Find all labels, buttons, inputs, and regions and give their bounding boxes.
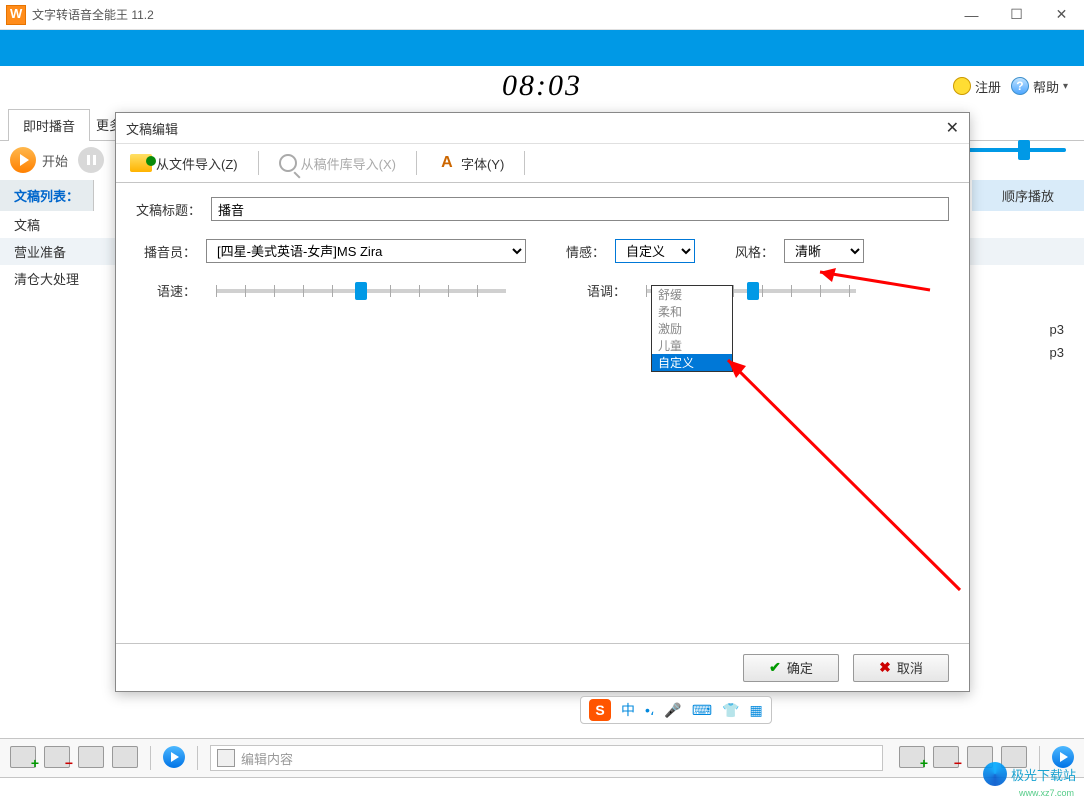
ime-mic-icon[interactable]: 🎤 xyxy=(664,702,681,719)
window-controls: — ☐ ✕ xyxy=(949,0,1084,30)
style-label: 风格： xyxy=(735,242,774,261)
ime-chinese-toggle[interactable]: 中 xyxy=(621,700,635,720)
help-button[interactable]: ? 帮助 ▾ xyxy=(1011,77,1068,96)
ime-skin-icon[interactable]: 👕 xyxy=(722,702,739,719)
ime-logo-icon[interactable]: S xyxy=(589,699,611,721)
dropdown-option[interactable]: 柔和 xyxy=(652,303,732,320)
save-item-icon[interactable] xyxy=(112,746,138,768)
clock-row: 08:03 注册 ? 帮助 ▾ xyxy=(0,66,1084,106)
font-icon: A xyxy=(437,154,457,172)
emotion-label: 情感： xyxy=(566,242,605,261)
speed-slider[interactable] xyxy=(216,289,506,293)
bottom-left-icons xyxy=(10,746,185,770)
remove-item-icon[interactable] xyxy=(44,746,70,768)
watermark-icon xyxy=(983,762,1007,786)
filelist-label: 文稿列表： xyxy=(0,180,94,211)
x-icon: ✖ xyxy=(879,659,891,676)
help-icon: ? xyxy=(1011,77,1029,95)
announcer-select[interactable]: [四星-美式英语-女声]MS Zira xyxy=(206,239,526,263)
edit-content-placeholder: 编辑内容 xyxy=(241,749,293,768)
start-label: 开始 xyxy=(42,151,68,170)
announcer-label: 播音员： xyxy=(136,242,196,261)
dropdown-option[interactable]: 激励 xyxy=(652,320,732,337)
dialog-title: 文稿编辑 xyxy=(126,119,178,138)
watermark-url: www.xz7.com xyxy=(1019,788,1074,798)
watermark: 极光下载站 xyxy=(983,762,1076,786)
divider xyxy=(150,746,151,770)
divider xyxy=(258,151,259,175)
start-button[interactable]: 开始 xyxy=(10,147,68,173)
watermark-text: 极光下载站 xyxy=(1011,765,1076,784)
edit-content-input[interactable]: 编辑内容 xyxy=(210,745,883,771)
play-icon xyxy=(10,147,36,173)
style-select[interactable]: 清晰 xyxy=(784,239,864,263)
dialog-close-button[interactable]: ✕ xyxy=(946,118,959,138)
search-icon xyxy=(279,154,297,172)
font-button[interactable]: A 字体(Y) xyxy=(429,150,512,177)
dialog-toolbar: 从文件导入(Z) 从稿件库导入(X) A 字体(Y) xyxy=(116,143,969,183)
pause-button[interactable] xyxy=(78,147,104,173)
divider xyxy=(524,151,525,175)
ime-toolbar[interactable]: S 中 •، 🎤 ⌨ 👕 ▦ xyxy=(580,696,772,724)
title-input[interactable] xyxy=(211,197,949,221)
check-icon: ✔ xyxy=(769,659,781,676)
truncated-text: p3 p3 xyxy=(1050,322,1064,360)
smiley-icon xyxy=(953,77,971,95)
window-titlebar: 文字转语音全能王 11.2 — ☐ ✕ xyxy=(0,0,1084,30)
close-button[interactable]: ✕ xyxy=(1039,0,1084,30)
blue-toolbar-strip xyxy=(0,30,1084,66)
edit-item-icon[interactable] xyxy=(78,746,104,768)
emotion-select[interactable]: 自定义 xyxy=(615,239,695,263)
import-from-library-button[interactable]: 从稿件库导入(X) xyxy=(271,150,404,177)
tab-live-broadcast[interactable]: 即时播音 xyxy=(8,109,90,141)
register-label: 注册 xyxy=(975,77,1001,96)
minimize-button[interactable]: — xyxy=(949,0,994,30)
add-item-icon[interactable] xyxy=(10,746,36,768)
dialog-footer: ✔ 确定 ✖ 取消 xyxy=(116,643,969,691)
add-item-icon[interactable] xyxy=(899,746,925,768)
title-field-label: 文稿标题： xyxy=(136,200,201,219)
ime-keyboard-icon[interactable]: ⌨ xyxy=(692,702,712,719)
ok-button[interactable]: ✔ 确定 xyxy=(743,654,839,682)
folder-icon xyxy=(130,154,152,172)
app-icon xyxy=(6,5,26,25)
dialog-body: 文稿标题： 播音员： [四星-美式英语-女声]MS Zira 情感： 自定义 风… xyxy=(116,183,969,643)
dropdown-option[interactable]: 舒缓 xyxy=(652,286,732,303)
maximize-button[interactable]: ☐ xyxy=(994,0,1039,30)
speed-label: 语速： xyxy=(136,281,196,300)
remove-item-icon[interactable] xyxy=(933,746,959,768)
document-edit-dialog: 文稿编辑 ✕ 从文件导入(Z) 从稿件库导入(X) A 字体(Y) 文稿标题： … xyxy=(115,112,970,692)
divider xyxy=(197,746,198,770)
bottom-toolbar: 编辑内容 xyxy=(0,738,1084,778)
window-title: 文字转语音全能王 11.2 xyxy=(32,6,154,23)
import-from-file-button[interactable]: 从文件导入(Z) xyxy=(122,150,246,177)
divider xyxy=(416,151,417,175)
chevron-down-icon: ▾ xyxy=(1063,81,1068,92)
cancel-button[interactable]: ✖ 取消 xyxy=(853,654,949,682)
register-button[interactable]: 注册 xyxy=(953,77,1001,96)
ime-punct-icon[interactable]: •، xyxy=(645,702,654,719)
clock-display: 08:03 xyxy=(502,69,582,103)
play-item-icon[interactable] xyxy=(163,746,185,768)
ime-menu-icon[interactable]: ▦ xyxy=(750,702,763,719)
dropdown-option-selected[interactable]: 自定义 xyxy=(652,354,732,371)
emotion-dropdown-list: 舒缓 柔和 激励 儿童 自定义 xyxy=(651,285,733,372)
help-label: 帮助 xyxy=(1033,77,1059,96)
edit-icon xyxy=(217,749,235,767)
tone-label: 语调： xyxy=(566,281,626,300)
dropdown-option[interactable]: 儿童 xyxy=(652,337,732,354)
pause-icon xyxy=(78,147,104,173)
dialog-titlebar: 文稿编辑 ✕ xyxy=(116,113,969,143)
sequence-play-button[interactable]: 顺序播放 xyxy=(972,180,1084,211)
